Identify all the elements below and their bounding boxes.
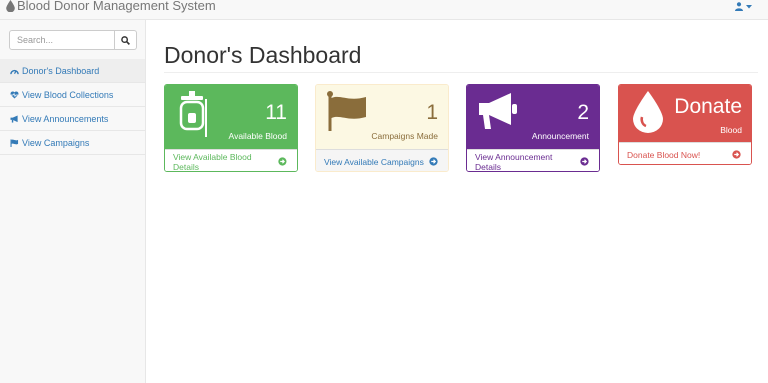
caret-down-icon — [746, 4, 752, 8]
panel-link-label: View Announcement Details — [475, 151, 553, 172]
sidebar-item-campaigns[interactable]: View Campaigns — [0, 131, 145, 155]
user-menu-toggle[interactable] — [735, 2, 752, 11]
panel-label: Available Blood — [228, 131, 287, 141]
bullhorn-icon — [10, 114, 18, 123]
blood-bag-icon — [179, 91, 207, 137]
search-input[interactable] — [9, 30, 115, 50]
sidebar: Donor's Dashboard View Blood Collections… — [0, 20, 146, 383]
donate-heading: Donate — [674, 95, 742, 118]
donate-panel: Donate Blood Donate Blood Now! — [618, 84, 752, 165]
page-title: Donor's Dashboard — [164, 42, 362, 68]
sidebar-nav: Donor's Dashboard View Blood Collections… — [0, 59, 145, 155]
panel-link-label: Donate Blood Now! — [627, 149, 701, 160]
sidebar-item-blood-collections[interactable]: View Blood Collections — [0, 83, 145, 107]
panel-heading: 11 Available Blood — [165, 85, 297, 149]
panel-link-label: View Available Blood Details — [173, 151, 252, 172]
panel-link-label: View Available Campaigns — [324, 156, 424, 167]
panel-label: Blood — [720, 125, 742, 135]
dashboard-icon — [10, 69, 19, 74]
app-title: Blood Donor Management System — [17, 0, 216, 13]
donate-blood-now-link[interactable]: Donate Blood Now! — [619, 142, 751, 164]
sidebar-item-label: View Announcements — [22, 113, 109, 124]
sidebar-item-label: Donor's Dashboard — [22, 65, 100, 76]
campaigns-panel: 1 Campaigns Made View Available Campaign… — [315, 84, 449, 172]
flag-icon — [10, 138, 19, 147]
sidebar-item-label: View Blood Collections — [22, 89, 114, 100]
announcement-panel: 2 Announcement View Announcement Details — [466, 84, 600, 172]
title-divider — [164, 72, 758, 73]
heartbeat-icon — [10, 91, 19, 99]
view-available-campaigns-link[interactable]: View Available Campaigns — [316, 149, 448, 171]
app-brand[interactable]: Blood Donor Management System — [6, 0, 216, 13]
panel-count: 2 — [577, 101, 589, 124]
blood-drop-icon — [6, 0, 15, 12]
panel-heading: 1 Campaigns Made — [316, 85, 448, 149]
available-blood-panel: 11 Available Blood View Available Blood … — [164, 84, 298, 172]
view-available-blood-link[interactable]: View Available Blood Details — [165, 149, 297, 172]
panel-label: Campaigns Made — [371, 131, 438, 141]
flag-icon — [327, 91, 366, 131]
panel-heading: Donate Blood — [619, 85, 751, 142]
sidebar-item-label: View Campaigns — [22, 137, 90, 148]
top-navbar: Blood Donor Management System — [0, 0, 768, 20]
search-icon — [121, 35, 130, 45]
panel-count: 11 — [265, 101, 287, 124]
arrow-circle-right-icon — [732, 150, 741, 159]
search-button[interactable] — [115, 30, 137, 50]
blood-drop-icon — [633, 91, 663, 133]
panel-heading: 2 Announcement — [467, 85, 599, 149]
arrow-circle-right-icon — [580, 157, 589, 166]
user-icon — [735, 2, 743, 11]
bullhorn-icon — [479, 93, 517, 129]
arrow-circle-right-icon — [278, 157, 287, 166]
search-group — [9, 30, 137, 50]
sidebar-item-announcements[interactable]: View Announcements — [0, 107, 145, 131]
panel-count: 1 — [426, 101, 438, 124]
sidebar-item-dashboard[interactable]: Donor's Dashboard — [0, 59, 145, 83]
view-announcement-details-link[interactable]: View Announcement Details — [467, 149, 599, 172]
arrow-circle-right-icon — [429, 157, 438, 166]
panel-label: Announcement — [531, 131, 589, 141]
